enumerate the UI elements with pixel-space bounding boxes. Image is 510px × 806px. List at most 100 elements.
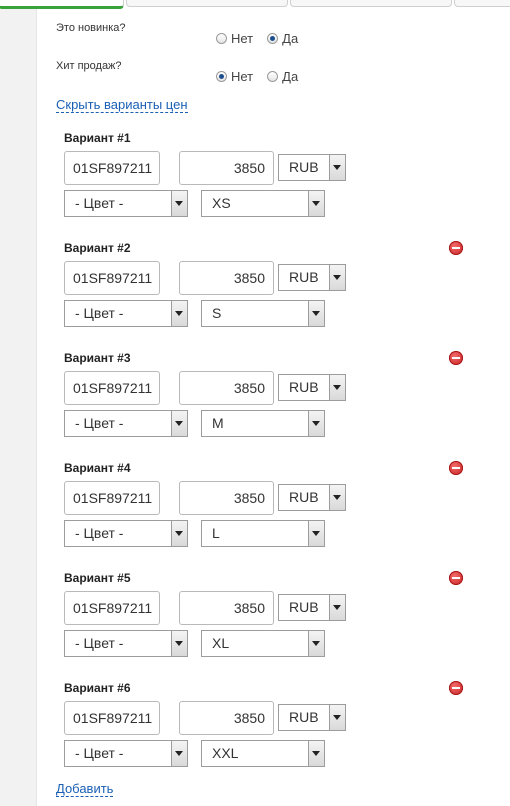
size-value: S: [212, 305, 222, 321]
remove-minus-icon[interactable]: [449, 681, 463, 695]
size-value: XXL: [212, 745, 239, 761]
variant-title: Вариант #6: [64, 681, 131, 695]
radio-hit-no[interactable]: Нет: [216, 69, 253, 84]
question-hit-radios: Нет Да: [216, 69, 312, 84]
variant-title: Вариант #3: [64, 351, 131, 365]
currency-select[interactable]: RUB: [278, 704, 346, 731]
price-input[interactable]: 3850: [179, 151, 274, 185]
tab-active[interactable]: [0, 0, 124, 9]
color-select[interactable]: - Цвет -: [64, 190, 188, 217]
color-value: - Цвет -: [75, 195, 124, 211]
chevron-down-icon[interactable]: [308, 411, 324, 436]
chevron-down-icon[interactable]: [329, 595, 345, 620]
chevron-down-icon[interactable]: [171, 521, 187, 546]
chevron-down-icon[interactable]: [308, 521, 324, 546]
currency-value: RUB: [289, 709, 319, 725]
price-input[interactable]: 3850: [179, 481, 274, 515]
color-value: - Цвет -: [75, 635, 124, 651]
chevron-down-icon[interactable]: [329, 375, 345, 400]
size-select[interactable]: L: [201, 520, 325, 547]
currency-select[interactable]: RUB: [278, 264, 346, 291]
size-select[interactable]: S: [201, 300, 325, 327]
currency-select[interactable]: RUB: [278, 484, 346, 511]
radio-circle-checked[interactable]: [267, 33, 279, 44]
color-select[interactable]: - Цвет -: [64, 410, 188, 437]
radio-new-no[interactable]: Нет: [216, 31, 253, 46]
add-variant-link[interactable]: Добавить: [56, 782, 114, 797]
sku-input[interactable]: 01SF897211: [64, 701, 160, 735]
chevron-down-icon[interactable]: [308, 741, 324, 766]
left-sidebar-strip: [0, 0, 37, 806]
price-input[interactable]: 3850: [179, 261, 274, 295]
chevron-down-icon[interactable]: [329, 705, 345, 730]
hide-price-variants-link[interactable]: Скрыть варианты цен: [56, 98, 188, 113]
sku-input[interactable]: 01SF897211: [64, 481, 160, 515]
variant-block-4: Вариант #4 01SF897211 3850 RUB - Цвет - …: [64, 461, 474, 561]
chevron-down-icon[interactable]: [171, 741, 187, 766]
chevron-down-icon[interactable]: [171, 411, 187, 436]
sku-input[interactable]: 01SF897211: [64, 261, 160, 295]
variant-block-5: Вариант #5 01SF897211 3850 RUB - Цвет - …: [64, 571, 474, 671]
remove-minus-icon[interactable]: [449, 461, 463, 475]
variant-block-2: Вариант #2 01SF897211 3850 RUB - Цвет - …: [64, 241, 474, 341]
remove-minus-icon[interactable]: [449, 351, 463, 365]
remove-minus-icon[interactable]: [449, 571, 463, 585]
question-new-label: Это новинка?: [56, 22, 126, 34]
size-select[interactable]: XXL: [201, 740, 325, 767]
radio-label: Да: [282, 31, 299, 46]
variant-title: Вариант #4: [64, 461, 131, 475]
tab[interactable]: [126, 0, 288, 7]
color-value: - Цвет -: [75, 305, 124, 321]
chevron-down-icon[interactable]: [308, 191, 324, 216]
sku-input[interactable]: 01SF897211: [64, 591, 160, 625]
sku-input[interactable]: 01SF897211: [64, 151, 160, 185]
size-value: M: [212, 415, 224, 431]
size-select[interactable]: M: [201, 410, 325, 437]
chevron-down-icon[interactable]: [329, 265, 345, 290]
chevron-down-icon[interactable]: [329, 485, 345, 510]
color-select[interactable]: - Цвет -: [64, 520, 188, 547]
radio-circle[interactable]: [216, 33, 227, 44]
color-value: - Цвет -: [75, 525, 124, 541]
chevron-down-icon[interactable]: [308, 631, 324, 656]
size-value: XL: [212, 635, 230, 651]
price-input[interactable]: 3850: [179, 371, 274, 405]
currency-select[interactable]: RUB: [278, 594, 346, 621]
chevron-down-icon[interactable]: [171, 631, 187, 656]
color-select[interactable]: - Цвет -: [64, 630, 188, 657]
currency-value: RUB: [289, 379, 319, 395]
chevron-down-icon[interactable]: [171, 191, 187, 216]
size-select[interactable]: XS: [201, 190, 325, 217]
color-value: - Цвет -: [75, 745, 124, 761]
currency-value: RUB: [289, 269, 319, 285]
size-select[interactable]: XL: [201, 630, 325, 657]
price-input[interactable]: 3850: [179, 591, 274, 625]
price-input[interactable]: 3850: [179, 701, 274, 735]
radio-circle[interactable]: [267, 71, 279, 82]
chevron-down-icon[interactable]: [329, 155, 345, 180]
top-tab-strip: [0, 0, 510, 9]
question-hit-label: Хит продаж?: [56, 60, 122, 72]
variant-title: Вариант #1: [64, 131, 131, 145]
chevron-down-icon[interactable]: [171, 301, 187, 326]
currency-value: RUB: [289, 489, 319, 505]
tab[interactable]: [290, 0, 452, 7]
sku-input[interactable]: 01SF897211: [64, 371, 160, 405]
radio-label: Нет: [231, 31, 254, 46]
size-value: L: [212, 525, 220, 541]
radio-label: Нет: [231, 69, 254, 84]
variant-block-6: Вариант #6 01SF897211 3850 RUB - Цвет - …: [64, 681, 474, 781]
color-select[interactable]: - Цвет -: [64, 740, 188, 767]
tab[interactable]: [454, 0, 510, 7]
color-value: - Цвет -: [75, 415, 124, 431]
currency-select[interactable]: RUB: [278, 154, 346, 181]
currency-select[interactable]: RUB: [278, 374, 346, 401]
remove-minus-icon[interactable]: [449, 241, 463, 255]
chevron-down-icon[interactable]: [308, 301, 324, 326]
variant-title: Вариант #5: [64, 571, 131, 585]
currency-value: RUB: [289, 159, 319, 175]
radio-circle-checked[interactable]: [216, 71, 227, 82]
color-select[interactable]: - Цвет -: [64, 300, 188, 327]
radio-new-yes[interactable]: Да: [267, 31, 298, 46]
radio-hit-yes[interactable]: Да: [267, 69, 298, 84]
